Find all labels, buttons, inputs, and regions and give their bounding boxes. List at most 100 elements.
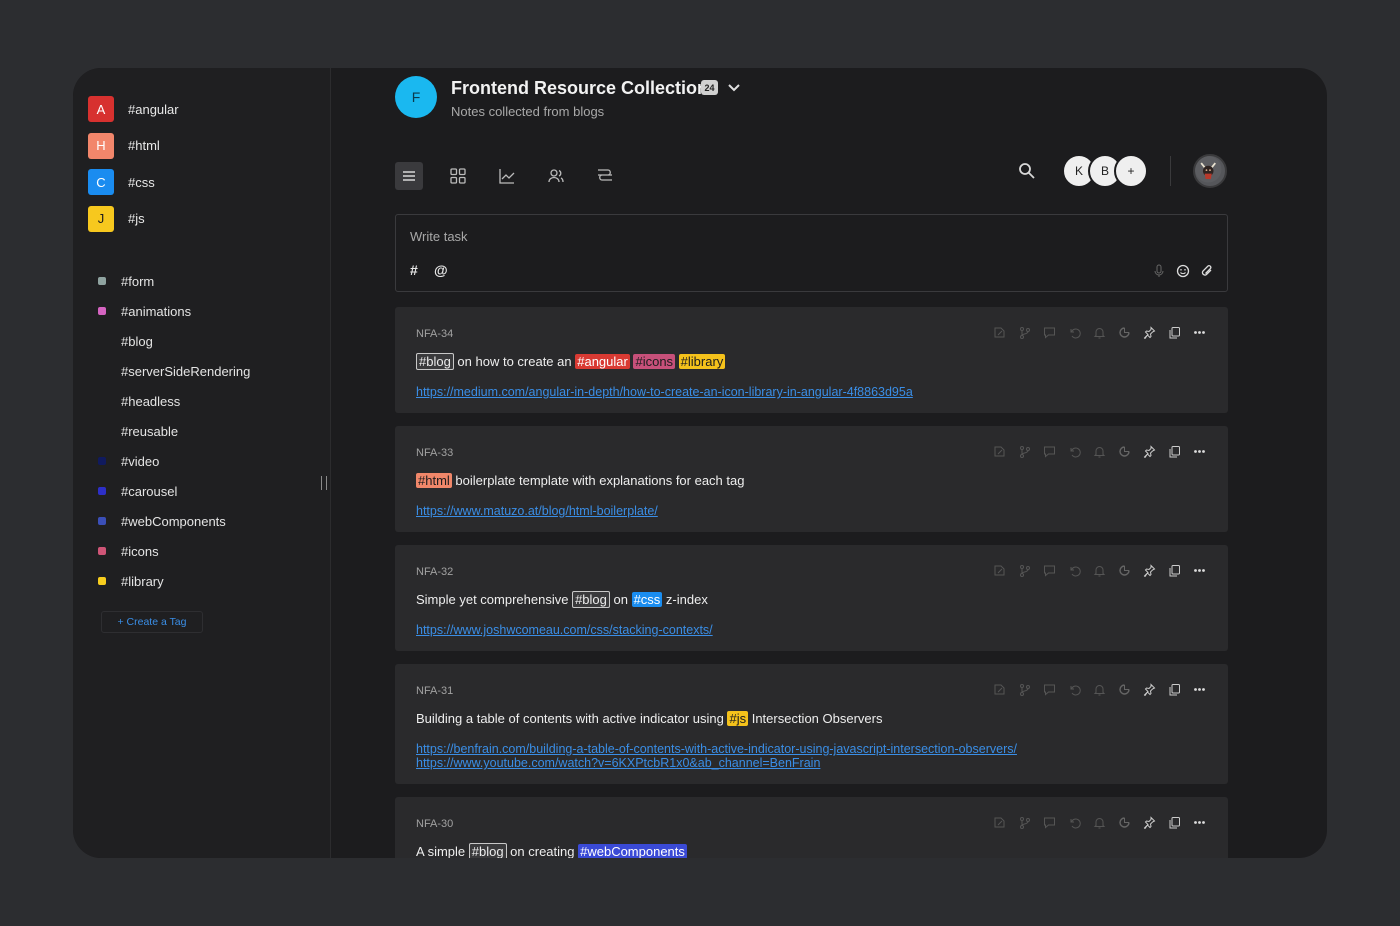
bell-icon[interactable] — [1092, 444, 1106, 458]
emoji-icon[interactable] — [1176, 264, 1190, 278]
list-view-button[interactable] — [395, 162, 423, 190]
branch-icon[interactable] — [1017, 563, 1031, 577]
tag-pill[interactable]: #library — [678, 354, 726, 369]
more-icon[interactable] — [1192, 325, 1206, 339]
comment-icon[interactable] — [1042, 682, 1056, 696]
tag-item[interactable]: #form — [98, 266, 250, 296]
hashtag-button[interactable]: # — [410, 262, 418, 278]
branch-icon[interactable] — [1017, 815, 1031, 829]
bell-icon[interactable] — [1092, 682, 1106, 696]
workflow-view-button[interactable] — [591, 162, 619, 190]
project-item[interactable]: A #angular — [88, 96, 179, 122]
tag-label: #reusable — [121, 423, 179, 439]
task-input[interactable] — [410, 229, 1110, 244]
edit-icon[interactable] — [992, 815, 1006, 829]
task-id: NFA-33 — [416, 447, 454, 459]
more-icon[interactable] — [1192, 444, 1206, 458]
tag-item[interactable]: #serverSideRendering — [98, 356, 250, 386]
tag-pill[interactable]: #blog — [572, 591, 610, 608]
branch-icon[interactable] — [1017, 682, 1031, 696]
chart-view-button[interactable] — [493, 162, 521, 190]
copy-icon[interactable] — [1167, 682, 1181, 696]
project-item[interactable]: H #html — [88, 132, 179, 159]
copy-icon[interactable] — [1167, 815, 1181, 829]
tag-list: #form #animations #blog #serverSideRenderin… — [98, 266, 250, 596]
progress-icon[interactable] — [1117, 563, 1131, 577]
microphone-icon[interactable] — [1152, 264, 1166, 278]
sidebar-resize-handle[interactable] — [321, 476, 327, 490]
progress-icon[interactable] — [1117, 682, 1131, 696]
progress-icon[interactable] — [1117, 815, 1131, 829]
tag-item[interactable]: #webComponents — [98, 506, 250, 536]
bell-icon[interactable] — [1092, 815, 1106, 829]
task-card[interactable]: NFA-34 #blog on how to create an #angular… — [395, 307, 1228, 413]
edit-icon[interactable] — [992, 682, 1006, 696]
progress-icon[interactable] — [1117, 444, 1131, 458]
pin-icon[interactable] — [1142, 325, 1156, 339]
copy-icon[interactable] — [1167, 444, 1181, 458]
tag-pill[interactable]: #icons — [633, 354, 676, 369]
more-icon[interactable] — [1192, 563, 1206, 577]
progress-icon[interactable] — [1117, 325, 1131, 339]
task-link[interactable]: https://www.youtube.com/watch?v=6KXPtcbR… — [416, 756, 1017, 770]
bell-icon[interactable] — [1092, 325, 1106, 339]
tag-pill[interactable]: #html — [416, 473, 452, 488]
task-link[interactable]: https://www.joshwcomeau.com/css/stacking… — [416, 623, 713, 637]
project-item[interactable]: C #css — [88, 169, 179, 195]
tag-pill[interactable]: #js — [727, 711, 749, 726]
attachment-icon[interactable] — [1200, 264, 1214, 278]
tag-item[interactable]: #video — [98, 446, 250, 476]
tag-pill[interactable]: #css — [631, 592, 663, 607]
task-link[interactable]: https://benfrain.com/building-a-table-of… — [416, 742, 1017, 756]
tag-item[interactable]: #animations — [98, 296, 250, 326]
history-icon[interactable] — [1067, 563, 1081, 577]
user-avatar[interactable] — [1193, 154, 1227, 188]
comment-icon[interactable] — [1042, 563, 1056, 577]
tag-item[interactable]: #headless — [98, 386, 250, 416]
edit-icon[interactable] — [992, 563, 1006, 577]
task-card[interactable]: NFA-32 Simple yet comprehensive #blog on … — [395, 545, 1228, 651]
add-member-button[interactable]: + — [1114, 154, 1148, 188]
task-card[interactable]: NFA-33 #html boilerplate template with ex… — [395, 426, 1228, 532]
tag-pill[interactable]: #blog — [416, 353, 454, 370]
comment-icon[interactable] — [1042, 815, 1056, 829]
branch-icon[interactable] — [1017, 325, 1031, 339]
history-icon[interactable] — [1067, 682, 1081, 696]
task-link[interactable]: https://www.matuzo.at/blog/html-boilerpl… — [416, 504, 658, 518]
tag-pill[interactable]: #blog — [468, 843, 507, 858]
edit-icon[interactable] — [992, 444, 1006, 458]
tag-pill[interactable]: #angular — [575, 354, 630, 369]
tag-item[interactable]: #icons — [98, 536, 250, 566]
task-card[interactable]: NFA-31 Building a table of contents with … — [395, 664, 1228, 784]
tag-pill[interactable]: #webComponents — [578, 844, 687, 858]
bell-icon[interactable] — [1092, 563, 1106, 577]
chevron-down-icon[interactable] — [726, 79, 742, 95]
board-view-button[interactable] — [444, 162, 472, 190]
pin-icon[interactable] — [1142, 563, 1156, 577]
pin-icon[interactable] — [1142, 444, 1156, 458]
copy-icon[interactable] — [1167, 563, 1181, 577]
branch-icon[interactable] — [1017, 444, 1031, 458]
copy-icon[interactable] — [1167, 325, 1181, 339]
create-tag-button[interactable]: + Create a Tag — [101, 611, 203, 633]
tag-item[interactable]: #carousel — [98, 476, 250, 506]
history-icon[interactable] — [1067, 444, 1081, 458]
history-icon[interactable] — [1067, 325, 1081, 339]
more-icon[interactable] — [1192, 815, 1206, 829]
people-view-button[interactable] — [542, 162, 570, 190]
task-link[interactable]: https://medium.com/angular-in-depth/how-… — [416, 385, 913, 399]
pin-icon[interactable] — [1142, 682, 1156, 696]
task-card[interactable]: NFA-30 A simple #blog on creating #webCom… — [395, 797, 1228, 858]
mention-button[interactable]: @ — [434, 262, 448, 278]
project-item[interactable]: J #js — [88, 205, 179, 232]
tag-item[interactable]: #library — [98, 566, 250, 596]
tag-item[interactable]: #reusable — [98, 416, 250, 446]
comment-icon[interactable] — [1042, 444, 1056, 458]
comment-icon[interactable] — [1042, 325, 1056, 339]
edit-icon[interactable] — [992, 325, 1006, 339]
pin-icon[interactable] — [1142, 815, 1156, 829]
history-icon[interactable] — [1067, 815, 1081, 829]
search-icon[interactable] — [1017, 161, 1037, 181]
more-icon[interactable] — [1192, 682, 1206, 696]
tag-item[interactable]: #blog — [98, 326, 250, 356]
